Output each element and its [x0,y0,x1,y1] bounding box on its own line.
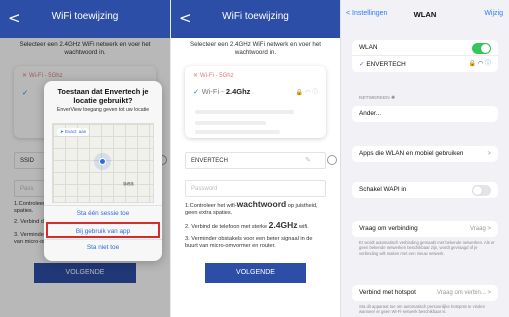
ask-join-value-text: Vraag [470,226,486,232]
wapi-row: Schakel WAPI in [352,182,498,198]
check-icon: ✓ [193,87,202,96]
header-bar: < WiFi toewijzing [171,0,340,38]
apps-wlan-label: Apps die WLAN en mobiel gebruiken [359,150,464,157]
next-button[interactable]: VOLGENDE [205,263,306,283]
tip-1-emphasis: wachtwoord [236,199,287,209]
tip-2-emphasis: 2.4GHz [268,220,298,230]
chevron-right-icon: > [487,151,491,157]
wifi-option-label: Wi-Fi - 5Ghz [199,73,234,79]
screen-wifi-assignment-dialog: < WiFi toewijzing Selecteer een 2.4GHz W… [0,0,170,317]
lock-wifi-info-icons[interactable]: 🔒 ◠ ⓘ [468,56,491,72]
hotspot-note: Sta dit apparaat toe om automatisch pers… [359,304,485,315]
location-permission-dialog: Toestaan dat Envertech je locatie gebrui… [44,81,162,261]
password-placeholder: Password [191,186,218,192]
precise-location-toggle[interactable]: ➤ Exact: aan [57,128,90,136]
auto-hotspot-value: Vraag om verbin... > [437,290,491,296]
tip-3: 3. Verminder obstakels voor een beter si… [185,236,313,249]
cross-icon: ✕ [193,72,200,79]
tip-2-prefix: 2. Verbind de telefoon met sterke [185,224,269,230]
allow-once-button[interactable]: Sta één sessie toe [44,205,162,221]
password-field[interactable]: Password [185,180,326,197]
loading-spinner-icon: ✺ [391,96,396,101]
auto-hotspot-value-text: Vraag om verbin... [437,290,486,296]
wapi-group: Schakel WAPI in [352,182,498,198]
header-bar: < WiFi toewijzing [0,0,170,38]
wapi-label: Schakel WAPI in [359,186,407,193]
tip-2: 2. Verbind de telefoon met sterke 2.4GHz… [185,220,326,231]
ask-join-value: Vraag > [470,226,491,232]
placeholder-bar [195,110,294,114]
refresh-icon[interactable] [327,155,337,165]
edit-button[interactable]: Wijzig [484,10,503,17]
apps-wlan-row[interactable]: Apps die WLAN en mobiel gebruiken > [352,146,498,162]
tip-1: 1.Controleer het wifi-wachtwoord op juis… [185,199,326,217]
networks-header-text: NETWERKEN [359,96,390,101]
tip-2-suffix: wifi. [297,224,309,230]
map-road-label: 旗峰路 [123,182,134,186]
deny-button[interactable]: Sta niet toe [44,239,162,255]
lock-wifi-info-icons: 🔒 ◠ ⓘ [295,89,318,96]
toggle-knob [481,44,490,53]
dialog-message: EnverView toegang geven tot uw locatie [56,107,150,113]
nav-bar: < Instellingen WLAN Wijzig [341,0,509,30]
ask-join-row[interactable]: Vraag om verbinding Vraag > [352,221,498,237]
toggle-knob [473,186,482,195]
apps-group: Apps die WLAN en mobiel gebruiken > [352,146,498,162]
ask-join-label: Vraag om verbinding [359,225,418,232]
placeholder-bar [195,130,280,134]
ask-join-group: Vraag om verbinding Vraag > [352,221,498,237]
wapi-toggle[interactable] [472,185,491,196]
wlan-label: WLAN [359,44,378,51]
placeholder-bar [195,121,266,125]
screen-ios-wlan-settings: < Instellingen WLAN Wijzig WLAN ✓ ENVERT… [340,0,509,317]
wlan-toggle[interactable] [472,43,491,54]
ssid-value: ENVERTECH [191,158,228,164]
page-title: WiFi toewijzing [222,11,289,22]
other-network-row[interactable]: Ander... [352,106,498,122]
tip-1-prefix: 1.Controleer het wifi- [185,203,237,209]
wifi-option-2ghz[interactable]: ✓ Wi-Fi - 2.4Ghz 🔒 ◠ ⓘ [193,87,318,96]
screen-wifi-assignment: < WiFi toewijzing Selecteer een 2.4GHz W… [170,0,340,317]
instruction-text: Selecteer een 2.4GHz WiFi netwerk en voe… [189,41,322,56]
auto-hotspot-row[interactable]: Verbind met hotspot Vraag om verbin... > [352,285,498,301]
location-map: ➤ Exact: aan 旗峰路 [52,123,154,203]
wifi-list-card: ✕ Wi-Fi - 5Ghz ✓ Wi-Fi - 2.4Ghz 🔒 ◠ ⓘ [185,66,326,138]
page-title: WiFi toewijzing [51,11,119,22]
hotspot-group: Verbind met hotspot Vraag om verbin... > [352,285,498,301]
location-dot-icon [99,158,106,165]
wlan-toggle-row: WLAN [352,40,498,56]
networks-group: Ander... [352,106,498,122]
edit-icon[interactable]: ✎ [305,156,311,164]
wifi-option-prefix: Wi-Fi - [201,87,226,96]
precise-label: Exact: aan [65,129,87,134]
networks-header: NETWERKEN ✺ [359,96,395,101]
dialog-title: Toestaan dat Envertech je locatie gebrui… [57,87,149,105]
connected-network-name: ENVERTECH [366,61,406,68]
connected-network-row[interactable]: ✓ ENVERTECH 🔒 ◠ ⓘ [352,56,498,72]
auto-hotspot-label: Verbind met hotspot [359,289,416,296]
ask-join-note: Er wordt automatisch verbinding gemaakt … [359,240,495,256]
allow-while-using-button[interactable]: Bij gebruik van app [46,222,160,238]
wifi-option-band: 2.4Ghz [225,87,251,96]
wlan-group: WLAN ✓ ENVERTECH 🔒 ◠ ⓘ [352,40,498,72]
wifi-option-5ghz[interactable]: ✕ Wi-Fi - 5Ghz [193,72,318,79]
ssid-field[interactable]: ENVERTECH ✎ [185,152,337,169]
